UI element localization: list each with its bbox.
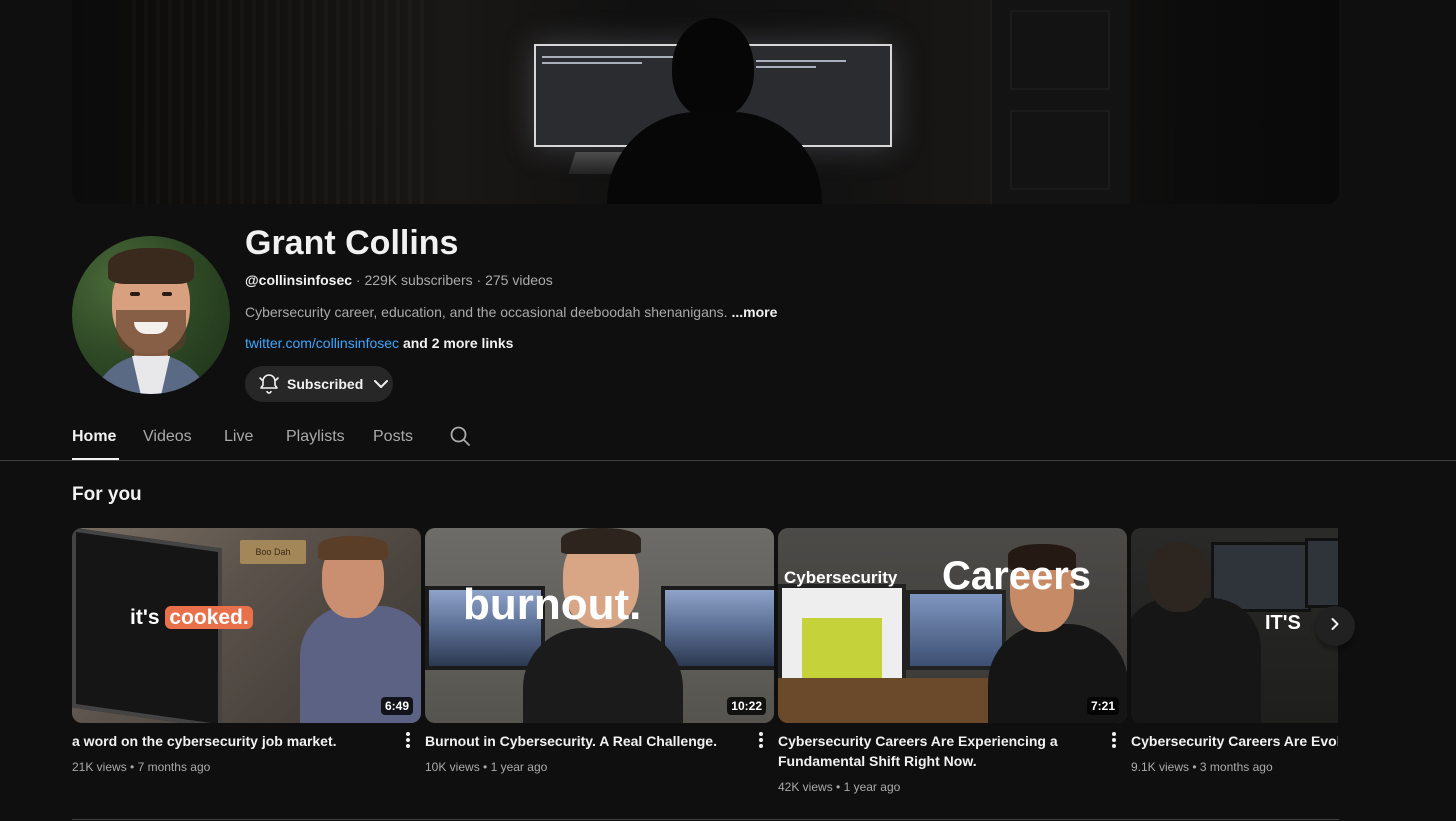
meta-separator: · (352, 272, 365, 288)
meta-dot: • (126, 760, 138, 774)
video-card[interactable]: burnout. 10:22 Burnout in Cybersecurity.… (425, 528, 774, 774)
tab-home[interactable]: Home (72, 416, 119, 460)
more-links-link[interactable]: and 2 more links (403, 335, 513, 351)
search-icon[interactable] (448, 424, 472, 448)
banner-silhouette-head (672, 18, 754, 118)
video-views: 10K views (425, 760, 480, 774)
meta-dot: • (832, 780, 844, 794)
tab-videos[interactable]: Videos (143, 416, 198, 460)
description-more-link[interactable]: ...more (731, 304, 777, 320)
video-meta: 10K views • 1 year ago (425, 760, 547, 774)
video-card[interactable]: IT'S Cybersecurity Careers Are Evolvin 9… (1131, 528, 1338, 788)
tab-live[interactable]: Live (224, 416, 260, 460)
thumbnail-overlay-text: IT'S (1265, 612, 1301, 634)
video-thumbnail[interactable]: Boo Dah it's cooked. 6:49 (72, 528, 421, 723)
video-card[interactable]: Cybersecurity Careers 7:21 Cybersecurity… (778, 528, 1127, 794)
twitter-link[interactable]: twitter.com/collinsinfosec (245, 335, 399, 351)
video-meta: 9.1K views • 3 months ago (1131, 760, 1273, 774)
meta-dot: • (1189, 760, 1200, 774)
video-title[interactable]: a word on the cybersecurity job market. (72, 731, 392, 751)
meta-separator: · (472, 272, 486, 288)
video-count: 275 videos (485, 272, 553, 288)
thumbnail-overlay-big: Careers (942, 554, 1092, 598)
video-title[interactable]: Cybersecurity Careers Are Evolvin (1131, 731, 1338, 751)
channel-name: Grant Collins (245, 224, 459, 262)
video-duration: 6:49 (380, 697, 413, 715)
video-card[interactable]: Boo Dah it's cooked. 6:49 a word on the … (72, 528, 421, 774)
video-meta: 21K views • 7 months ago (72, 760, 210, 774)
thumbnail-overlay-prefix: it's (130, 606, 160, 629)
thumbnail-overlay-text: it's cooked. (130, 606, 253, 630)
subscriber-count: 229K subscribers (364, 272, 473, 288)
banner-door-panel (1010, 10, 1110, 90)
meta-dot: • (479, 760, 491, 774)
carousel-next-button[interactable] (1315, 606, 1355, 646)
channel-meta: @collinsinfosec · 229K subscribers · 275… (245, 272, 553, 288)
channel-links: twitter.com/collinsinfosec and 2 more li… (245, 335, 513, 351)
thumbnail-overlay-text: burnout. (463, 580, 642, 629)
chevron-right-icon (1325, 614, 1345, 639)
section-divider (72, 819, 1339, 820)
bell-icon (257, 372, 281, 396)
video-age: 1 year ago (843, 780, 901, 794)
thumbnail-sign: Boo Dah (240, 540, 306, 564)
channel-avatar[interactable] (72, 236, 230, 394)
tab-playlists[interactable]: Playlists (286, 416, 348, 460)
subscribed-label: Subscribed (287, 376, 364, 392)
video-thumbnail[interactable]: burnout. 10:22 (425, 528, 774, 723)
video-age: 1 year ago (490, 760, 548, 774)
video-views: 21K views (72, 760, 127, 774)
video-views: 42K views (778, 780, 833, 794)
channel-handle: @collinsinfosec (245, 272, 353, 288)
video-thumbnail[interactable]: Cybersecurity Careers 7:21 (778, 528, 1127, 723)
video-duration: 10:22 (727, 697, 766, 715)
thumbnail-overlay-highlight: cooked. (165, 606, 253, 629)
banner-door-panel (1010, 110, 1110, 190)
more-options-icon[interactable] (1108, 730, 1120, 752)
video-meta: 42K views • 1 year ago (778, 780, 900, 794)
video-duration: 7:21 (1086, 697, 1119, 715)
tab-posts[interactable]: Posts (373, 416, 415, 460)
channel-tabs: Home Videos Live Playlists Posts (72, 416, 415, 460)
video-title[interactable]: Cybersecurity Careers Are Experiencing a… (778, 731, 1098, 771)
more-options-icon[interactable] (755, 730, 767, 752)
channel-description[interactable]: Cybersecurity career, education, and the… (245, 304, 777, 320)
tabs-divider (0, 460, 1456, 461)
video-views: 9.1K views (1131, 760, 1190, 774)
subscribed-button[interactable]: Subscribed (245, 366, 393, 402)
banner-wall (132, 0, 432, 204)
chevron-down-icon (369, 372, 393, 396)
video-age: 3 months ago (1199, 760, 1273, 774)
more-options-icon[interactable] (402, 730, 414, 752)
section-title: For you (72, 484, 142, 505)
channel-banner (72, 0, 1339, 204)
description-text: Cybersecurity career, education, and the… (245, 304, 728, 320)
thumbnail-overlay-small: Cybersecurity (784, 568, 898, 587)
video-age: 7 months ago (137, 760, 211, 774)
video-title[interactable]: Burnout in Cybersecurity. A Real Challen… (425, 731, 745, 751)
video-thumbnail[interactable]: IT'S (1131, 528, 1338, 723)
